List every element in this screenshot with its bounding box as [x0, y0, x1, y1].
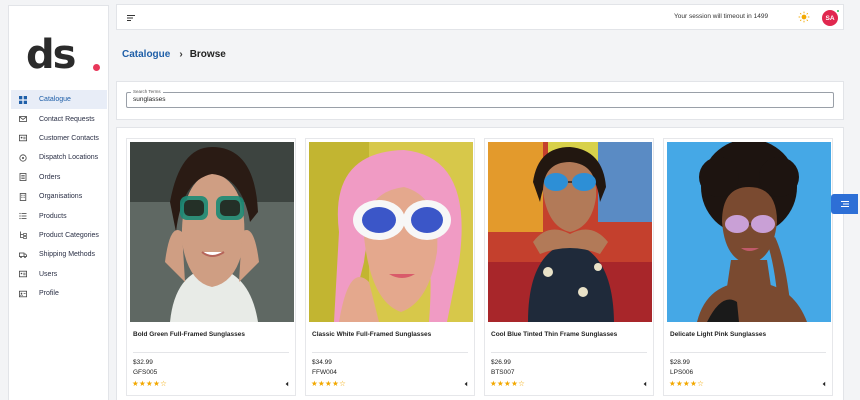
sidebar-item-catalogue[interactable]: Catalogue [11, 90, 107, 110]
product-sku: LPS006 [670, 369, 694, 376]
product-rating: ★★★★☆ [490, 379, 526, 388]
sidebar-item-label: Orders [39, 173, 61, 181]
product-sku: GFS005 [133, 369, 158, 376]
product-sku: BTS007 [491, 369, 515, 376]
brand-logo-dot [93, 64, 100, 71]
truck-icon [13, 251, 33, 259]
product-card[interactable]: Delicate Light Pink Sunglasses $28.99 LP… [663, 138, 833, 396]
product-name: Classic White Full-Framed Sunglasses [312, 331, 432, 338]
sidebar-item-users[interactable]: Users [11, 265, 107, 284]
brand-logo[interactable]: ds [26, 35, 101, 75]
breadcrumb-separator: › [179, 49, 183, 60]
product-image[interactable] [667, 142, 831, 322]
session-timeout-text: Your session will timeout in 1499 [674, 13, 769, 20]
product-rating: ★★★★☆ [311, 379, 347, 388]
product-name: Bold Green Full-Framed Sunglasses [133, 331, 245, 338]
sidebar-item-label: Customer Contacts [39, 134, 99, 142]
product-image[interactable] [130, 142, 294, 322]
sidebar-item-label: Profile [39, 290, 59, 298]
sidebar-item-customer-contacts[interactable]: Customer Contacts [11, 129, 107, 148]
search-panel: Search Terms [116, 81, 844, 120]
sidebar-item-label: Shipping Methods [39, 251, 96, 259]
product-rating: ★★★★☆ [669, 379, 705, 388]
search-label: Search Terms [131, 89, 163, 94]
card-divider [312, 352, 468, 353]
menu-icon[interactable] [125, 12, 137, 24]
search-field[interactable]: Search Terms [126, 89, 834, 108]
breadcrumb: Catalogue › Browse [122, 49, 226, 60]
product-image[interactable] [488, 142, 652, 322]
building-icon [13, 192, 33, 201]
product-price: $32.99 [133, 359, 153, 366]
product-name: Delicate Light Pink Sunglasses [670, 331, 767, 338]
sidebar: ds Catalogue Contact Requests Customer C… [8, 5, 109, 400]
card-divider [491, 352, 647, 353]
products-grid: Bold Green Full-Framed Sunglasses $32.99… [116, 127, 844, 400]
sidebar-item-shipping-methods[interactable]: Shipping Methods [11, 245, 107, 264]
breadcrumb-catalogue-link[interactable]: Catalogue [122, 49, 170, 60]
settings-drawer-toggle[interactable] [831, 194, 858, 214]
sidebar-item-label: Product Categories [39, 231, 99, 239]
product-sku: FFW004 [312, 369, 337, 376]
grid-icon [13, 95, 33, 104]
product-card[interactable]: Bold Green Full-Framed Sunglasses $32.99… [126, 138, 296, 396]
list-icon [13, 212, 33, 220]
list-toggle-icon [840, 201, 849, 207]
sidebar-item-profile[interactable]: Profile [11, 284, 107, 303]
product-card[interactable]: Cool Blue Tinted Thin Frame Sunglasses $… [484, 138, 654, 396]
caret-left-icon[interactable] [642, 381, 648, 387]
sidebar-item-orders[interactable]: Orders [11, 168, 107, 187]
product-card[interactable]: Classic White Full-Framed Sunglasses $34… [305, 138, 475, 396]
location-icon [13, 154, 33, 162]
card-divider [670, 352, 826, 353]
caret-left-icon[interactable] [821, 381, 827, 387]
product-price: $26.99 [491, 359, 511, 366]
top-bar: Your session will timeout in 1499 SA [116, 4, 844, 30]
sidebar-item-organisations[interactable]: Organisations [11, 187, 107, 206]
sidebar-item-label: Users [39, 270, 58, 278]
product-price: $34.99 [312, 359, 332, 366]
product-rating: ★★★★☆ [132, 379, 168, 388]
breadcrumb-current: Browse [189, 49, 226, 60]
sidebar-item-product-categories[interactable]: Product Categories [11, 226, 107, 245]
mail-icon [13, 115, 33, 123]
orders-icon [13, 173, 33, 182]
product-price: $28.99 [670, 359, 690, 366]
product-name: Cool Blue Tinted Thin Frame Sunglasses [491, 331, 618, 338]
sidebar-item-products[interactable]: Products [11, 206, 107, 225]
caret-left-icon[interactable] [284, 381, 290, 387]
tree-icon [13, 231, 33, 240]
id-card-icon [13, 134, 33, 142]
users-icon [13, 270, 33, 278]
sidebar-item-label: Catalogue [39, 96, 71, 104]
online-status-dot [836, 9, 840, 13]
sidebar-item-label: Organisations [39, 193, 83, 201]
profile-icon [13, 290, 33, 298]
sidebar-item-label: Dispatch Locations [39, 154, 99, 162]
product-image[interactable] [309, 142, 473, 322]
caret-left-icon[interactable] [463, 381, 469, 387]
sidebar-item-contact-requests[interactable]: Contact Requests [11, 109, 107, 128]
sidebar-item-dispatch-locations[interactable]: Dispatch Locations [11, 148, 107, 167]
sidebar-item-label: Contact Requests [39, 115, 95, 123]
sun-icon[interactable] [798, 11, 810, 23]
sidebar-nav: Catalogue Contact Requests Customer Cont… [11, 90, 107, 303]
avatar-initials: SA [825, 14, 835, 22]
brand-logo-text: ds [26, 32, 76, 78]
search-input[interactable] [133, 96, 823, 103]
avatar[interactable]: SA [822, 9, 840, 26]
sidebar-item-label: Products [39, 212, 67, 220]
card-divider [133, 352, 289, 353]
